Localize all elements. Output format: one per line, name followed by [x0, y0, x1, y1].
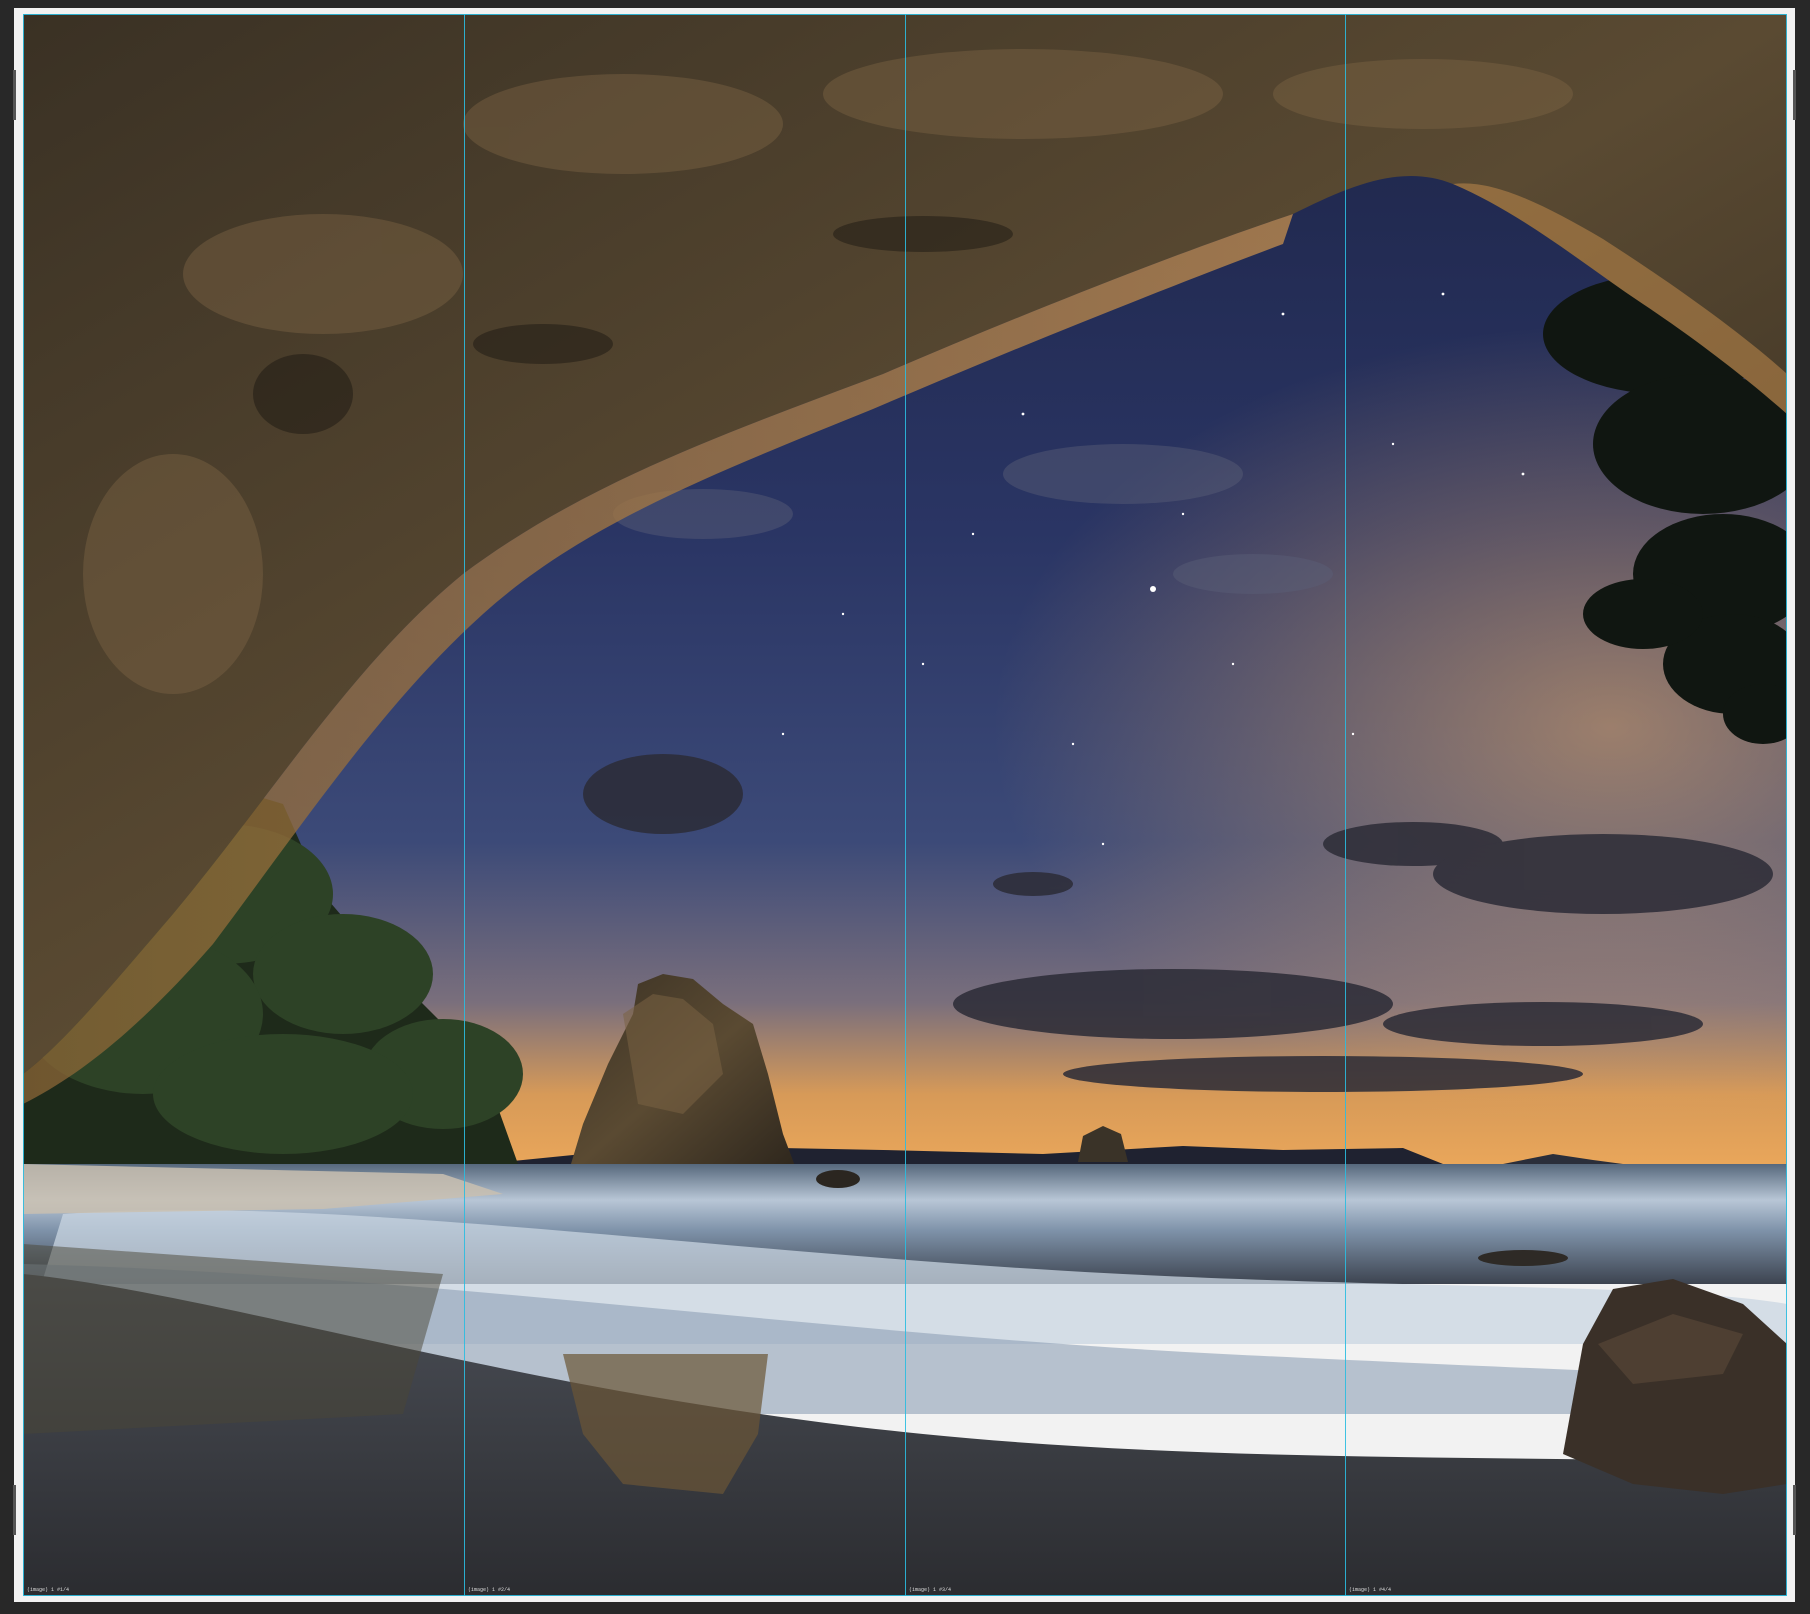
panel-label-4: (image) 1 #4/4 — [1349, 1587, 1392, 1593]
bleed-guide-right — [1786, 14, 1787, 1596]
panel-label-3: (image) 1 #3/4 — [909, 1587, 952, 1593]
bleed-guide-left — [23, 14, 24, 1596]
panel-seam-guide-1[interactable] — [464, 14, 465, 1596]
panel-seam-guide-2[interactable] — [905, 14, 906, 1596]
panel-label-2: (image) 1 #2/4 — [468, 1587, 511, 1593]
panel-seam-guide-3[interactable] — [1345, 14, 1346, 1596]
right-trim-mark-bottom — [1793, 1485, 1796, 1535]
left-trim-mark-top — [13, 70, 16, 120]
left-trim-mark-bottom — [13, 1485, 16, 1535]
panel-label-1: (image) 1 #1/4 — [27, 1587, 70, 1593]
right-trim-mark-top — [1793, 70, 1796, 120]
